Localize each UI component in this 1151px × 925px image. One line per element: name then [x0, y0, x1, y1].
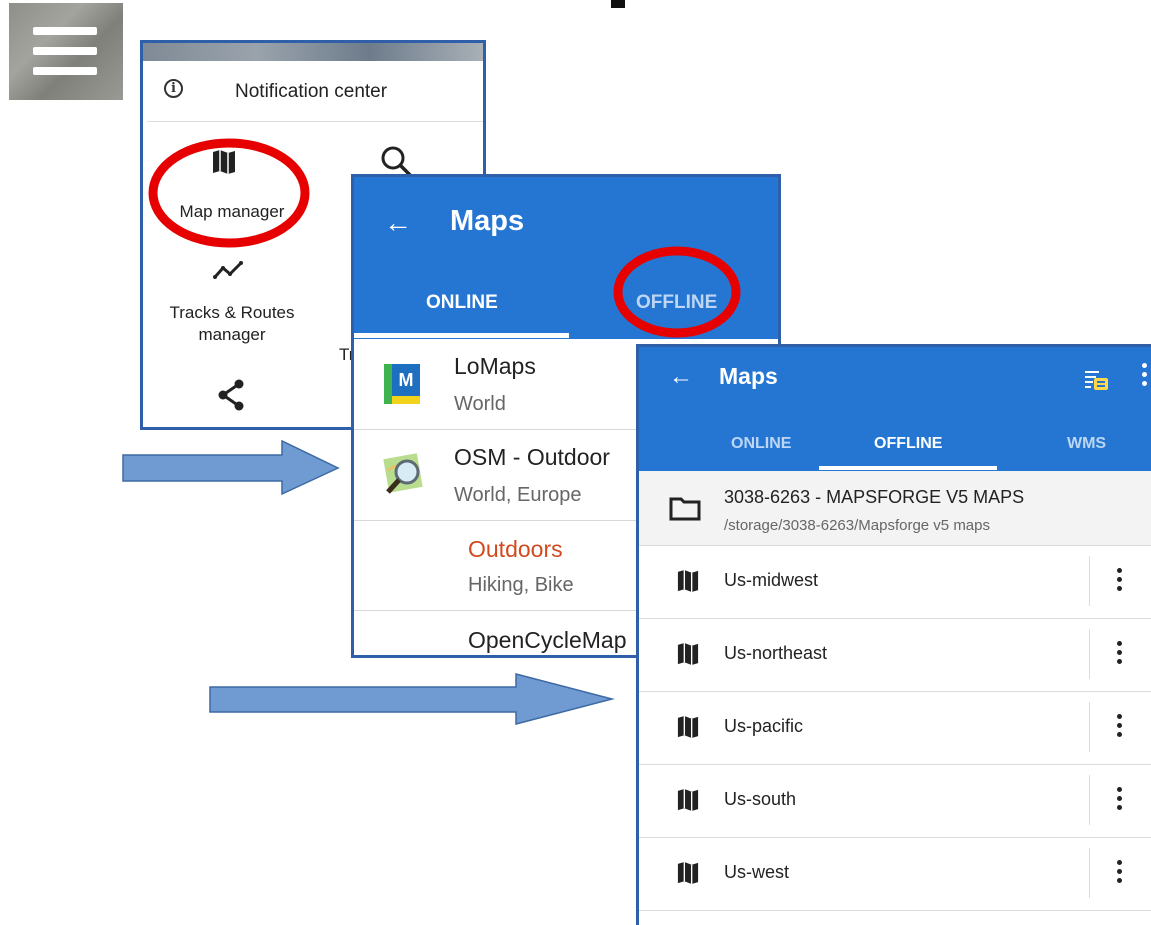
highlight-circle-map-manager: [148, 138, 310, 248]
arrow-to-maps-panel: [122, 439, 340, 496]
highlight-circle-offline-tab: [613, 246, 741, 338]
arrow-to-offline-panel: [209, 673, 615, 725]
annotation-overlay: [122, 138, 741, 725]
